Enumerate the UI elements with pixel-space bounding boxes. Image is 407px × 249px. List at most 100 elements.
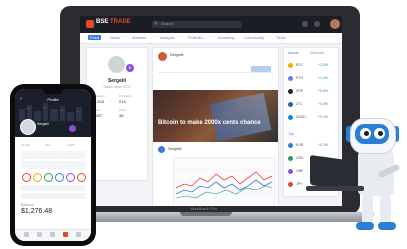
phone-row[interactable] bbox=[21, 185, 85, 191]
laptop-screen: BSE TRADE ⚲ Search Feed Ideas Markets An… bbox=[80, 16, 342, 206]
profile-name: Sergeiii bbox=[107, 78, 127, 84]
market-symbol: USD bbox=[296, 156, 304, 160]
market-row[interactable]: EUR +0.2% bbox=[284, 140, 338, 151]
phone-row[interactable] bbox=[21, 161, 85, 169]
stat-value: 38 bbox=[119, 113, 124, 118]
profile-icon[interactable] bbox=[63, 232, 68, 237]
coin-icon bbox=[288, 63, 293, 68]
market-symbol: EUR bbox=[296, 143, 304, 147]
coin-row[interactable]: DASH +3.1% bbox=[284, 112, 338, 123]
badge-circle[interactable] bbox=[22, 173, 31, 182]
feed: Sergeiii Bitcoin to make 2000x cents cha… bbox=[152, 47, 279, 206]
coin-row[interactable]: LTC +0.4% bbox=[284, 99, 338, 110]
coin-symbol: DASH bbox=[296, 115, 306, 119]
balance-value: $1,276.48 bbox=[21, 208, 53, 215]
coin-symbol: LTC bbox=[296, 102, 303, 106]
badge-circle[interactable] bbox=[44, 173, 53, 182]
robot-laptop-base bbox=[306, 186, 364, 191]
post-avatar bbox=[158, 146, 165, 153]
coin-row[interactable]: XRP +0.8% bbox=[284, 86, 338, 97]
stat-label: Likes bbox=[119, 108, 127, 112]
main-nav: Feed Ideas Markets Analysis Portfolio Ac… bbox=[80, 33, 342, 44]
balance-label: Balance bbox=[21, 203, 34, 207]
coin-icon bbox=[288, 115, 293, 120]
market-symbol: GBP bbox=[296, 169, 304, 173]
phone-row[interactable] bbox=[21, 151, 85, 159]
phone-stat: 214 bbox=[45, 143, 51, 147]
phone-stat: 1,287 bbox=[67, 143, 75, 147]
profile-subtitle: Trader since 2017 bbox=[102, 85, 132, 89]
post-button[interactable] bbox=[251, 66, 271, 72]
phone-row[interactable] bbox=[21, 193, 85, 199]
nav-item-markets[interactable]: Markets bbox=[132, 35, 146, 40]
home-icon[interactable] bbox=[24, 232, 29, 237]
robot-pupil bbox=[364, 131, 369, 136]
laptop-brand: MacBook Pro bbox=[191, 207, 218, 211]
phone-header: ‹ Profile Sergeiii bbox=[15, 89, 91, 137]
coin-icon bbox=[288, 76, 293, 81]
composer-avatar bbox=[158, 52, 167, 61]
coin-row[interactable]: ETH +1.2% bbox=[284, 73, 338, 84]
phone-avatar[interactable] bbox=[20, 119, 36, 135]
user-avatar[interactable] bbox=[330, 19, 340, 29]
robot-foot bbox=[378, 222, 396, 230]
nav-item-portfolio[interactable]: Portfolio bbox=[188, 35, 203, 40]
composer-user: Sergeiii bbox=[170, 52, 184, 57]
tab-assets[interactable]: Assets bbox=[288, 51, 299, 55]
badge-circle[interactable] bbox=[55, 173, 64, 182]
phone-screen: ‹ Profile Sergeiii 11,543 214 1,287 Bala… bbox=[15, 89, 91, 241]
coin-icon bbox=[288, 102, 293, 107]
badge-circle[interactable] bbox=[77, 173, 86, 182]
level-badge: B bbox=[126, 64, 134, 72]
menu-icon[interactable] bbox=[76, 232, 81, 237]
coin-change: +1.2% bbox=[318, 76, 329, 80]
coin-change: +3.1% bbox=[318, 115, 329, 119]
search-placeholder: Search bbox=[161, 21, 174, 26]
laptop-notch bbox=[180, 212, 232, 216]
hero-graphic bbox=[209, 92, 272, 142]
nav-item-ideas[interactable]: Ideas bbox=[110, 35, 120, 40]
logo-icon bbox=[86, 20, 94, 28]
nav-item-feed[interactable]: Feed bbox=[88, 35, 102, 40]
nav-item-community[interactable]: Community bbox=[244, 35, 264, 40]
notification-icon[interactable] bbox=[302, 21, 308, 27]
robot-foot bbox=[356, 222, 374, 230]
coin-symbol: BTC bbox=[296, 63, 303, 67]
news-hero-image[interactable]: Bitcoin to make 2000x cents chance bbox=[153, 90, 278, 142]
top-bar: BSE TRADE ⚲ Search bbox=[80, 16, 342, 33]
chart-icon[interactable] bbox=[50, 232, 55, 237]
tab-watchlist[interactable]: Watchlist bbox=[310, 51, 324, 55]
phone-title: Profile bbox=[47, 97, 59, 102]
market-icon bbox=[288, 169, 293, 174]
coin-symbol: XRP bbox=[296, 89, 304, 93]
phone-stat: 11,543 bbox=[21, 143, 30, 147]
nav-item-tools[interactable]: Tools bbox=[276, 35, 285, 40]
search-icon: ⚲ bbox=[154, 21, 158, 27]
market-icon bbox=[288, 156, 293, 161]
feed-icon[interactable] bbox=[37, 232, 42, 237]
stat-label: Following bbox=[119, 94, 132, 98]
section-title: Top bbox=[288, 132, 294, 136]
coin-change: +2.5% bbox=[318, 63, 329, 67]
phone-notch bbox=[43, 89, 63, 94]
news-headline[interactable]: Bitcoin to make 2000x cents chance bbox=[158, 120, 276, 126]
coin-change: +0.8% bbox=[318, 89, 329, 93]
profile-avatar[interactable] bbox=[108, 56, 125, 73]
market-icon bbox=[288, 182, 293, 187]
price-chart[interactable] bbox=[173, 157, 275, 206]
phone-name: Sergeiii bbox=[37, 122, 49, 126]
coin-row[interactable]: BTC +2.5% bbox=[284, 60, 338, 71]
phone-badge bbox=[69, 125, 76, 132]
coin-symbol: ETH bbox=[296, 76, 303, 80]
city-skyline-image bbox=[19, 103, 82, 121]
market-icon bbox=[288, 143, 293, 148]
logo[interactable]: BSE TRADE bbox=[96, 19, 131, 25]
stat-value: 214 bbox=[119, 99, 126, 104]
message-icon[interactable] bbox=[314, 21, 320, 27]
badge-circle[interactable] bbox=[66, 173, 75, 182]
market-symbol: JPY bbox=[296, 182, 303, 186]
badge-circle[interactable] bbox=[33, 173, 42, 182]
nav-item-academy[interactable]: Academy bbox=[218, 35, 235, 40]
robot-pupil bbox=[378, 131, 383, 136]
nav-item-analysis[interactable]: Analysis bbox=[160, 35, 175, 40]
